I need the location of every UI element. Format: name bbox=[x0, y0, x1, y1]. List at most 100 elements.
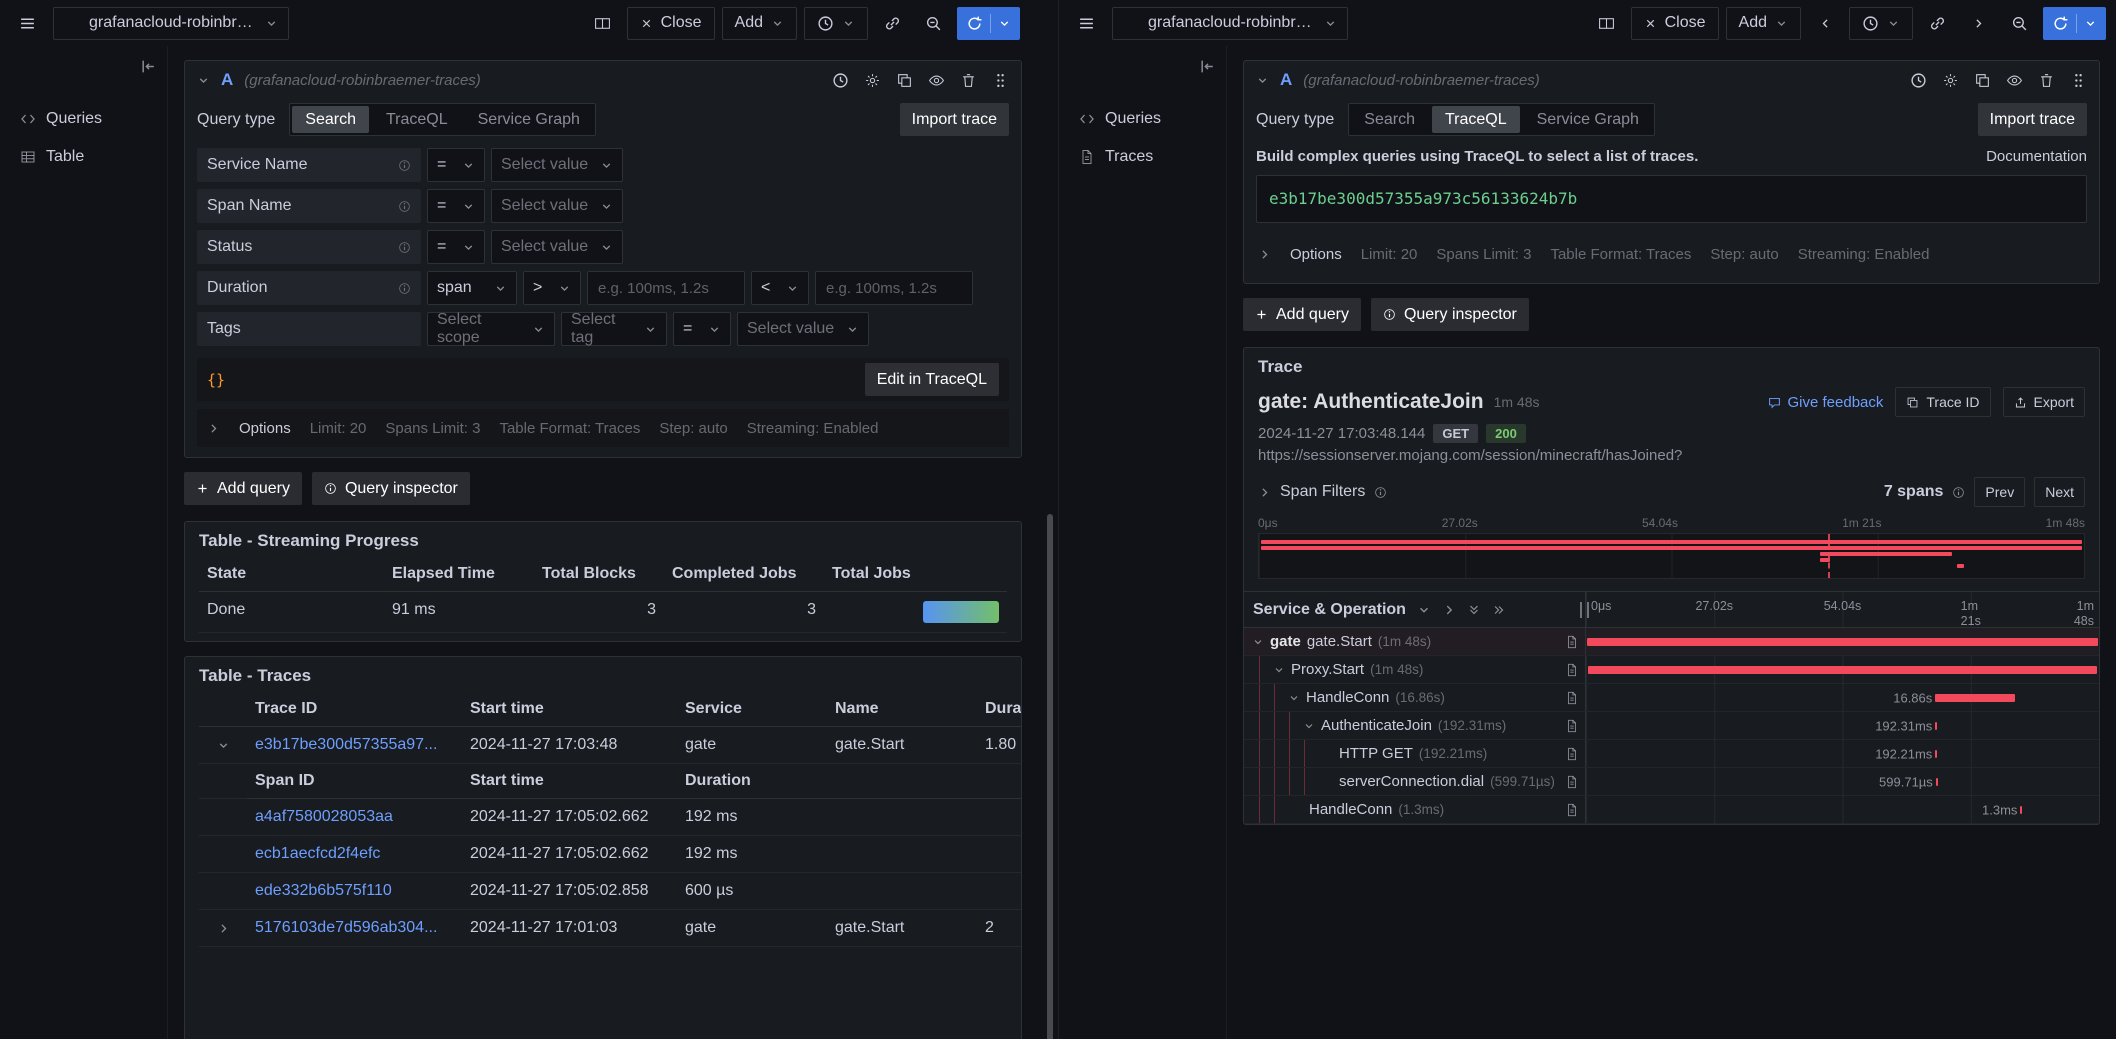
span-row[interactable]: HandleConn (16.86s) 16.86s bbox=[1244, 684, 2099, 712]
query-inspector-button[interactable]: Query inspector bbox=[312, 472, 470, 505]
edit-in-traceql-button[interactable]: Edit in TraceQL bbox=[865, 363, 999, 396]
span-timeline[interactable]: 192.31ms bbox=[1586, 712, 2099, 739]
span-row[interactable]: gate gate.Start (1m 48s) bbox=[1244, 628, 2099, 656]
tab-traceql[interactable]: TraceQL bbox=[373, 106, 461, 133]
subtable-column-header[interactable]: Start time bbox=[462, 764, 677, 799]
sidebar-item-queries[interactable]: Queries bbox=[14, 102, 157, 136]
span-bar[interactable] bbox=[1935, 750, 1937, 758]
column-resize-handle[interactable] bbox=[1580, 602, 1589, 618]
tab-service-graph[interactable]: Service Graph bbox=[1524, 106, 1652, 133]
span-row[interactable]: HTTP GET (192.21ms) 192.21ms bbox=[1244, 740, 2099, 768]
column-header[interactable]: Elapsed Time bbox=[384, 557, 534, 592]
collapse-sidebar-button[interactable] bbox=[140, 58, 157, 75]
import-trace-button[interactable]: Import trace bbox=[1978, 103, 2087, 136]
drag-query-handle[interactable] bbox=[2070, 72, 2087, 89]
tab-search[interactable]: Search bbox=[292, 106, 369, 133]
lt-operator-select[interactable]: < bbox=[751, 271, 809, 305]
zoom-out-button[interactable] bbox=[916, 7, 950, 40]
operator-select[interactable]: = bbox=[427, 148, 485, 182]
datasource-picker[interactable]: grafanacloud-robinbraem bbox=[1112, 7, 1348, 40]
sidebar-item-queries[interactable]: Queries bbox=[1073, 102, 1216, 136]
share-link-button[interactable] bbox=[875, 7, 909, 40]
share-link-button[interactable] bbox=[1920, 7, 1954, 40]
trace-timeline-minimap[interactable]: 0μs 27.02s 54.04s 1m 21s 1m 48s bbox=[1244, 516, 2099, 579]
span-row[interactable]: Proxy.Start (1m 48s) bbox=[1244, 656, 2099, 684]
panel-title[interactable]: Trace bbox=[1244, 348, 2099, 383]
sidebar-item-table[interactable]: Table bbox=[14, 140, 157, 174]
column-header[interactable]: Completed Jobs bbox=[664, 557, 824, 592]
max-duration-input[interactable] bbox=[815, 271, 973, 305]
collapse-span-icon[interactable] bbox=[1273, 664, 1285, 676]
trace-id-link[interactable]: e3b17be300d57355a97... bbox=[255, 736, 437, 753]
query-inspector-button[interactable]: Query inspector bbox=[1371, 298, 1529, 331]
query-settings-button[interactable] bbox=[1942, 72, 1959, 89]
tag-scope-select[interactable]: Select scope bbox=[427, 312, 555, 346]
span-logs-icon[interactable] bbox=[1565, 691, 1579, 705]
time-shift-back-button[interactable] bbox=[1808, 7, 1842, 40]
refresh-button[interactable] bbox=[957, 7, 1020, 40]
span-bar[interactable] bbox=[2020, 806, 2022, 814]
span-timeline[interactable] bbox=[1586, 628, 2099, 655]
collapse-span-icon[interactable] bbox=[1303, 720, 1315, 732]
span-bar[interactable] bbox=[1935, 694, 2016, 702]
tag-select[interactable]: Select tag bbox=[561, 312, 667, 346]
trace-id-link[interactable]: 5176103de7d596ab304... bbox=[255, 919, 437, 936]
value-select[interactable]: Select value bbox=[491, 230, 623, 264]
split-view-button[interactable] bbox=[586, 7, 620, 40]
collapse-sidebar-button[interactable] bbox=[1199, 58, 1216, 75]
chevron-down-icon[interactable] bbox=[1417, 603, 1431, 617]
refresh-button[interactable] bbox=[2043, 7, 2106, 40]
collapse-span-icon[interactable] bbox=[1252, 636, 1264, 648]
column-header[interactable]: Total Jobs bbox=[824, 557, 1007, 592]
span-row[interactable]: serverConnection.dial (599.71µs) 599.71µ… bbox=[1244, 768, 2099, 796]
datasource-picker[interactable]: grafanacloud-robinbraem bbox=[53, 7, 289, 40]
column-header[interactable]: Duration bbox=[977, 692, 1021, 727]
min-duration-input[interactable] bbox=[587, 271, 745, 305]
time-picker-button[interactable] bbox=[1849, 7, 1913, 40]
toggle-query-visibility-button[interactable] bbox=[928, 72, 945, 89]
column-header[interactable]: Service bbox=[677, 692, 827, 727]
split-view-button[interactable] bbox=[1590, 7, 1624, 40]
add-dropdown-button[interactable]: Add bbox=[722, 7, 797, 40]
export-button[interactable]: Export bbox=[2003, 387, 2085, 417]
span-logs-icon[interactable] bbox=[1565, 719, 1579, 733]
operator-select[interactable]: = bbox=[427, 230, 485, 264]
span-row[interactable]: AuthenticateJoin (192.31ms) 192.31ms bbox=[1244, 712, 2099, 740]
span-bar[interactable] bbox=[1935, 722, 1938, 730]
span-timeline[interactable] bbox=[1586, 656, 2099, 683]
scrollbar-thumb[interactable] bbox=[1047, 514, 1053, 1039]
span-logs-icon[interactable] bbox=[1565, 775, 1579, 789]
span-id-link[interactable]: a4af7580028053aa bbox=[255, 808, 393, 825]
tab-traceql[interactable]: TraceQL bbox=[1432, 106, 1520, 133]
duplicate-query-button[interactable] bbox=[896, 72, 913, 89]
span-id-link[interactable]: ede332b6b575f110 bbox=[255, 882, 392, 899]
span-bar[interactable] bbox=[1587, 638, 2098, 646]
time-shift-forward-button[interactable] bbox=[1961, 7, 1995, 40]
collapse-query-icon[interactable] bbox=[197, 74, 210, 87]
menu-button[interactable] bbox=[1069, 7, 1103, 40]
close-split-button[interactable]: Close bbox=[627, 7, 715, 40]
add-query-button[interactable]: Add query bbox=[1243, 298, 1361, 331]
import-trace-button[interactable]: Import trace bbox=[900, 103, 1009, 136]
prev-span-button[interactable]: Prev bbox=[1974, 477, 2025, 507]
span-id-link[interactable]: ecb1aecfcd2f4efc bbox=[255, 845, 380, 862]
zoom-out-button[interactable] bbox=[2002, 7, 2036, 40]
operator-select[interactable]: = bbox=[673, 312, 731, 346]
span-bar[interactable] bbox=[1936, 778, 1938, 786]
collapse-span-icon[interactable] bbox=[1288, 692, 1300, 704]
collapse-query-icon[interactable] bbox=[1256, 74, 1269, 87]
subtable-column-header[interactable]: Duration bbox=[677, 764, 827, 799]
span-logs-icon[interactable] bbox=[1565, 803, 1579, 817]
menu-button[interactable] bbox=[10, 7, 44, 40]
double-chevron-right-icon[interactable] bbox=[1492, 603, 1506, 617]
span-bar[interactable] bbox=[1588, 666, 2098, 674]
operator-select[interactable]: = bbox=[427, 189, 485, 223]
duplicate-query-button[interactable] bbox=[1974, 72, 1991, 89]
minimap-cursor[interactable] bbox=[1828, 534, 1830, 578]
traceql-query-input[interactable]: e3b17be300d57355a973c56133624b7b bbox=[1256, 175, 2087, 223]
span-timeline[interactable]: 1.3ms bbox=[1586, 796, 2099, 823]
collapse-row-button[interactable] bbox=[199, 727, 247, 764]
add-dropdown-button[interactable]: Add bbox=[1726, 7, 1801, 40]
duration-scope-select[interactable]: span bbox=[427, 271, 517, 305]
query-options-row[interactable]: Options Limit: 20 Spans Limit: 3 Table F… bbox=[1256, 235, 2087, 273]
